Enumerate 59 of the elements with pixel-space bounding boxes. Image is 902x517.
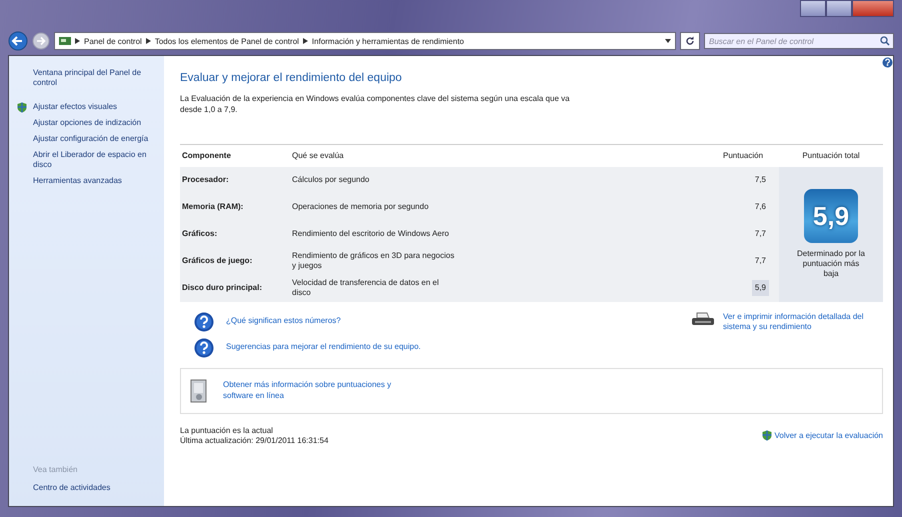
sidebar-link[interactable]: Ajustar configuración de energía <box>33 134 156 144</box>
sidebar-link[interactable]: Herramientas avanzadas <box>33 176 156 186</box>
table-cell: Cálculos por segundo <box>292 175 370 186</box>
help-icon <box>194 312 214 332</box>
table-cell: Operaciones de memoria por segundo <box>292 202 429 212</box>
breadcrumb-arrow-icon[interactable] <box>75 38 80 44</box>
last-update-text: Última actualización: 29/01/2011 16:31:54 <box>180 436 328 446</box>
online-info-link[interactable]: Obtener más información sobre puntuaciones y software en línea <box>223 380 423 401</box>
help-icon[interactable] <box>882 57 893 68</box>
component-name: Memoria (RAM): <box>182 202 244 212</box>
sidebar-link[interactable]: Ajustar opciones de indización <box>33 118 156 128</box>
score-value: 7,7 <box>754 255 767 268</box>
page-title: Evaluar y mejorar el rendimiento del equipo <box>180 72 403 84</box>
component-name: Procesador: <box>182 175 229 186</box>
component-name: Disco duro principal: <box>182 283 262 294</box>
back-button[interactable] <box>8 31 28 51</box>
search-icon <box>880 36 890 46</box>
total-score-badge: 5,9 <box>804 189 858 244</box>
score-value: 7,7 <box>754 228 767 240</box>
breadcrumb-arrow-icon[interactable] <box>302 38 308 44</box>
shield-icon <box>762 430 772 442</box>
address-bar[interactable]: Panel de control Todos los elementos de Panel de control Información y herramientas de rendimiento <box>54 32 676 50</box>
print-link[interactable]: Ver e imprimir información detallada del sistema y su rendimiento <box>723 312 883 332</box>
printer-icon <box>691 312 715 328</box>
software-box-icon <box>189 378 209 404</box>
breadcrumb[interactable]: Panel de control <box>84 36 142 46</box>
maximize-button[interactable] <box>826 0 852 17</box>
breadcrumb[interactable]: Todos los elementos de Panel de control <box>154 36 299 46</box>
sidebar-link[interactable]: Ventana principal del Panel de control <box>33 68 156 88</box>
help-link[interactable]: ¿Qué significan estos números? <box>226 316 446 327</box>
rerun-link[interactable]: Volver a ejecutar la evaluación <box>762 426 883 446</box>
sidebar-link[interactable]: Abrir el Liberador de espacio en disco <box>33 150 156 170</box>
control-panel-icon <box>59 36 71 46</box>
total-score-caption: Determinado por la puntuación más baja <box>796 249 866 280</box>
see-also-link[interactable]: Centro de actividades <box>33 483 156 492</box>
score-value: 7,5 <box>754 174 767 186</box>
help-icon <box>194 338 214 358</box>
shield-icon <box>17 102 27 113</box>
component-name: Gráficos de juego: <box>182 256 252 266</box>
description-text: La Evaluación de la experiencia en Windows evalúa componentes clave del sistema según una escala que va desde 1,0 a 7,9. <box>180 94 571 116</box>
table-cell-text: Rendimiento de gráficos en 3D para negocios y juegos <box>292 251 456 272</box>
score-value: 7,6 <box>754 201 767 214</box>
component-name: Gráficos: <box>182 229 218 240</box>
see-also-heading: Vea también <box>33 465 78 474</box>
refresh-button[interactable] <box>680 32 700 50</box>
search-field[interactable]: Buscar en el Panel de control <box>704 33 894 49</box>
table-cell: Rendimiento del escritorio de Windows Aero <box>292 229 449 240</box>
table-cell-text: Velocidad de transferencia de datos en el disco <box>292 278 440 298</box>
status-text: La puntuación es la actual <box>180 426 274 435</box>
refresh-icon <box>685 36 695 46</box>
minimize-button[interactable] <box>800 0 826 17</box>
score-value: 5,9 <box>752 280 769 296</box>
breadcrumb[interactable]: Información y herramientas de rendimiento <box>312 36 464 46</box>
dropdown-icon[interactable] <box>665 39 671 43</box>
help-link[interactable]: Sugerencias para mejorar el rendimiento de su equipo. <box>226 342 446 353</box>
close-button[interactable] <box>852 0 894 17</box>
forward-button[interactable] <box>32 32 50 50</box>
sidebar-link[interactable]: Ajustar efectos visuales <box>33 102 156 112</box>
breadcrumb-arrow-icon[interactable] <box>146 38 151 44</box>
